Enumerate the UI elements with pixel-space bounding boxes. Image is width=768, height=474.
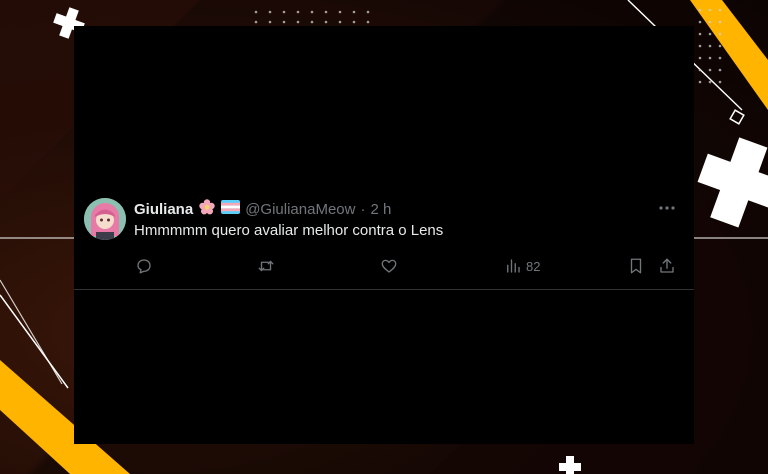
views-count: 82 — [526, 258, 541, 274]
display-name[interactable]: Giuliana — [134, 201, 193, 218]
reply-button[interactable] — [135, 256, 153, 276]
share-button[interactable] — [658, 256, 676, 276]
separator-dot: · — [360, 200, 366, 218]
tweet-time[interactable]: 2 h — [370, 201, 391, 218]
tweet-text: Hmmmmm quero avaliar melhor contra o Len… — [134, 222, 444, 239]
tweet-header: Giuliana @GiulianaMeow · 2 h — [134, 198, 391, 220]
tweet[interactable]: Giuliana @GiulianaMeow · 2 h Hmmmmm quer… — [74, 196, 694, 290]
more-icon[interactable] — [657, 200, 677, 216]
user-handle[interactable]: @GiulianaMeow — [245, 201, 355, 218]
reply-icon — [137, 259, 151, 274]
tweet-actions: 82 — [134, 256, 682, 276]
retweet-button[interactable] — [257, 256, 275, 276]
retweet-icon — [258, 260, 274, 272]
trans-flag-icon — [221, 200, 241, 218]
bookmark-button[interactable] — [627, 256, 645, 276]
like-button[interactable] — [380, 256, 398, 276]
avatar[interactable] — [84, 198, 126, 240]
bookmark-icon — [630, 258, 642, 274]
views-icon — [507, 259, 520, 273]
views-button[interactable]: 82 — [504, 256, 540, 276]
flower-emoji-icon — [198, 198, 216, 220]
like-icon — [381, 259, 397, 273]
avatar-image — [84, 198, 126, 240]
share-icon — [660, 258, 674, 273]
tweet-card: Giuliana @GiulianaMeow · 2 h Hmmmmm quer… — [74, 26, 694, 444]
